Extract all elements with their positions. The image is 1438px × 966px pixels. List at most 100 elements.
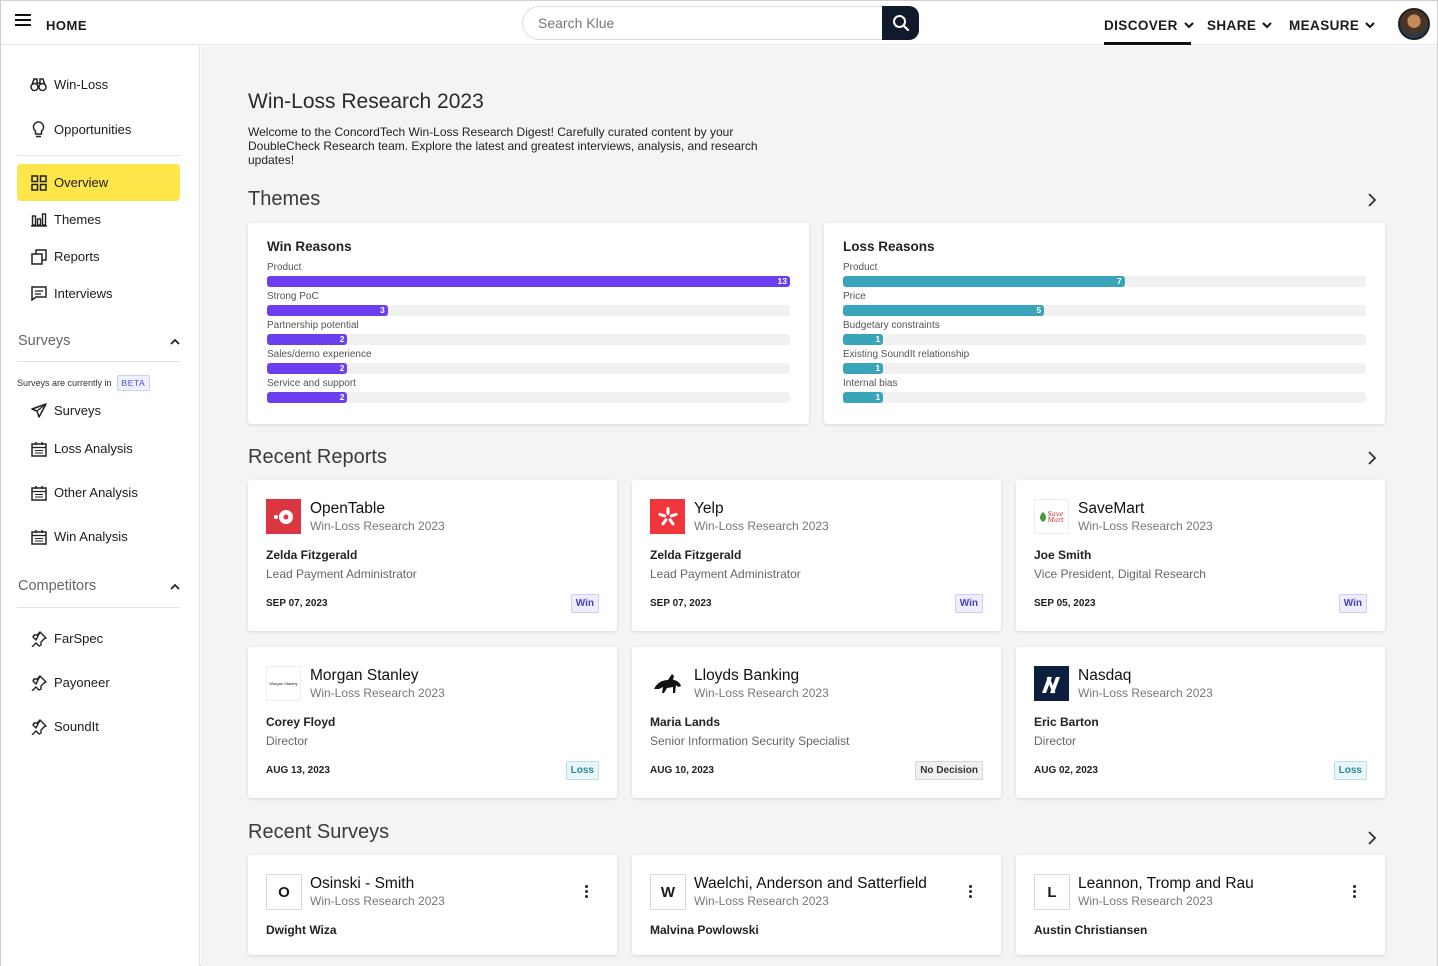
sidebar-item-loss-analysis[interactable]: Loss Analysis [17, 430, 180, 467]
user-avatar[interactable] [1398, 8, 1430, 40]
theme-bar-row[interactable]: Sales/demo experience 2 [267, 349, 790, 378]
calendar-icon [30, 484, 47, 501]
theme-bar-row[interactable]: Existing SoundIt relationship 1 [843, 349, 1366, 378]
theme-bar-row[interactable]: Product 7 [843, 262, 1366, 291]
theme-bar-value: 5 [1036, 305, 1042, 315]
lightbulb-icon [30, 121, 47, 138]
more-options-icon[interactable] [1353, 885, 1357, 900]
more-options-icon[interactable] [585, 885, 589, 900]
beta-badge: BETA [116, 375, 151, 391]
report-card[interactable]: OpenTable Win-Loss Research 2023 Zelda Fit… [248, 480, 617, 631]
report-card[interactable]: Morgan Stanley Morgan Stanley Win-Loss Res… [248, 647, 617, 798]
calendar-icon [30, 528, 47, 545]
lloyds-logo [650, 666, 685, 701]
report-card[interactable]: Yelp Win-Loss Research 2023 Zelda Fitzgera… [632, 480, 1001, 631]
sidebar-item-label: Interviews [54, 286, 113, 301]
sidebar-item-payoneer[interactable]: Payoneer [17, 664, 180, 701]
survey-contact-name: Dwight Wiza [266, 923, 337, 937]
sidebar-item-soundit[interactable]: SoundIt [17, 708, 180, 745]
nav-share[interactable]: SHARE [1207, 18, 1272, 33]
more-options-icon[interactable] [969, 885, 973, 900]
survey-initial-avatar: O [266, 874, 302, 910]
theme-bar-row[interactable]: Partnership potential 2 [267, 320, 790, 349]
active-nav-indicator [1104, 42, 1191, 45]
win-reasons-card[interactable]: Win Reasons Product 13 Strong PoC 3 Partners… [248, 223, 809, 424]
sidebar-item-win-analysis[interactable]: Win Analysis [17, 518, 180, 555]
theme-bar-fill: 2 [267, 334, 348, 345]
nav-measure[interactable]: MEASURE [1289, 18, 1376, 33]
opentable-logo [266, 499, 301, 534]
sidebar-item-label: Overview [54, 175, 109, 190]
sidebar-item-win-loss[interactable]: Win-Loss [17, 66, 180, 103]
theme-bar-row[interactable]: Strong PoC 3 [267, 291, 790, 320]
search-button[interactable] [882, 6, 919, 40]
search-input[interactable] [522, 6, 884, 40]
chevron-right-icon[interactable] [1367, 451, 1377, 465]
sidebar-item-opportunities[interactable]: Opportunities [17, 111, 180, 148]
sidebar-item-surveys[interactable]: Surveys [17, 392, 180, 429]
report-card[interactable]: Nasdaq Win-Loss Research 2023 Eric Barton D… [1016, 647, 1385, 798]
report-project-name: Win-Loss Research 2023 [694, 686, 829, 700]
theme-bar-row[interactable]: Price 5 [843, 291, 1366, 320]
outcome-badge: Win [1338, 594, 1367, 613]
loss-reasons-card[interactable]: Loss Reasons Product 7 Price 5 Budgetary con… [824, 223, 1385, 424]
pin-icon [30, 718, 47, 735]
sidebar-item-farspec[interactable]: FarSpec [17, 620, 180, 657]
hamburger-menu-icon[interactable] [15, 14, 31, 28]
survey-card[interactable]: O Osinski - Smith Win-Loss Research 2023 Dw… [248, 855, 617, 955]
theme-bar-row[interactable]: Service and support 2 [267, 378, 790, 407]
theme-bar-label: Service and support [267, 378, 356, 389]
page-description: Welcome to the ConcordTech Win-Loss Rese… [248, 125, 758, 167]
report-card[interactable]: Lloyds Banking Win-Loss Research 2023 Mari… [632, 647, 1001, 798]
theme-bar-row[interactable]: Budgetary constraints 1 [843, 320, 1366, 349]
outcome-badge: Win [954, 594, 983, 613]
survey-card[interactable]: L Leannon, Tromp and Rau Win-Loss Research… [1016, 855, 1385, 955]
report-contact-role: Senior Information Security Specialist [650, 734, 850, 748]
nav-discover[interactable]: DISCOVER [1104, 18, 1194, 33]
theme-bar-label: Product [843, 262, 878, 273]
chevron-down-icon [1365, 22, 1376, 29]
report-date: AUG 10, 2023 [650, 765, 714, 776]
report-project-name: Win-Loss Research 2023 [310, 519, 445, 533]
sidebar-item-themes[interactable]: Themes [17, 201, 180, 238]
sidebar-divider [17, 361, 180, 362]
report-date: SEP 05, 2023 [1034, 598, 1096, 609]
theme-bar-label: Sales/demo experience [267, 349, 372, 360]
theme-bar-value: 7 [1116, 276, 1122, 286]
send-icon [30, 402, 47, 419]
sidebar-item-other-analysis[interactable]: Other Analysis [17, 474, 180, 511]
chat-icon [30, 285, 47, 302]
sidebar-item-label: Surveys [54, 403, 101, 418]
report-card[interactable]: Save Mart SaveMart Win-Loss Research 2023 J… [1016, 480, 1385, 631]
theme-bar-value: 2 [339, 334, 345, 344]
report-contact-role: Director [266, 734, 309, 748]
copy-icon [30, 248, 47, 265]
report-company-name: Yelp [694, 500, 724, 517]
theme-bar-row[interactable]: Product 13 [267, 262, 790, 291]
sidebar-item-interviews[interactable]: Interviews [17, 275, 180, 312]
sidebar-item-overview[interactable]: Overview [17, 164, 180, 201]
competitors-section-toggle[interactable]: Competitors [18, 578, 180, 594]
survey-contact-name: Austin Christiansen [1034, 923, 1148, 937]
main-content: Win-Loss Research 2023 Welcome to the Co… [201, 46, 1437, 966]
theme-bar-row[interactable]: Internal bias 1 [843, 378, 1366, 407]
nav-discover-label: DISCOVER [1104, 18, 1178, 33]
recent-surveys-title: Recent Surveys [248, 821, 390, 843]
survey-company-name: Waelchi, Anderson and Satterfield [694, 875, 927, 892]
calendar-icon [30, 440, 47, 457]
survey-contact-name: Malvina Powlowski [650, 923, 759, 937]
sidebar-item-label: FarSpec [54, 631, 104, 646]
morgan-stanley-logo: Morgan Stanley [266, 666, 301, 701]
surveys-section-toggle[interactable]: Surveys [18, 333, 180, 349]
search-bar [522, 6, 919, 40]
theme-bar-value: 1 [875, 334, 881, 344]
survey-card[interactable]: W Waelchi, Anderson and Satterfield Win-Lo… [632, 855, 1001, 955]
chevron-right-icon[interactable] [1367, 193, 1377, 207]
theme-bar-track: 3 [267, 305, 790, 316]
sidebar-item-reports[interactable]: Reports [17, 238, 180, 275]
theme-bar-track: 5 [843, 305, 1366, 316]
home-link[interactable]: HOME [46, 18, 87, 33]
chevron-right-icon[interactable] [1367, 831, 1377, 845]
theme-bar-value: 3 [379, 305, 385, 315]
surveys-section-label: Surveys [18, 333, 71, 349]
